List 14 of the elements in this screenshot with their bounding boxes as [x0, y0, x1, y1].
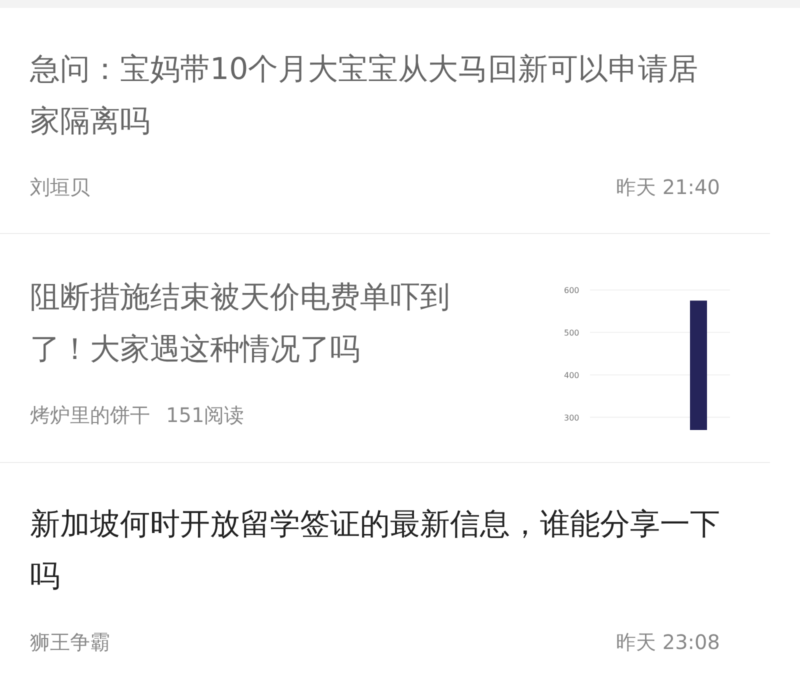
- axis-tick-label: 500: [564, 328, 580, 338]
- axis-tick-label: 400: [564, 370, 580, 380]
- post-title[interactable]: 阻断措施结束被天价电费单吓到了！大家遇这种情况了吗: [30, 272, 510, 376]
- post-time: 昨天 21:40: [616, 174, 720, 201]
- post-title[interactable]: 新加坡何时开放留学签证的最新信息，谁能分享一下吗: [30, 499, 720, 603]
- axis-tick-label: 300: [564, 413, 580, 422]
- post-title[interactable]: 急问：宝妈带10个月大宝宝从大马回新可以申请居家隔离吗: [30, 44, 720, 148]
- author-name: 狮王争霸: [30, 629, 110, 656]
- chart-thumbnail[interactable]: 300 400 500 600: [550, 280, 740, 430]
- axis-tick-label: 600: [564, 286, 580, 295]
- author-name: 刘垣贝: [30, 174, 90, 201]
- post-time: 昨天 23:08: [616, 629, 720, 656]
- view-count: 151阅读: [166, 402, 244, 428]
- author-name: 烤炉里的饼干: [30, 402, 150, 428]
